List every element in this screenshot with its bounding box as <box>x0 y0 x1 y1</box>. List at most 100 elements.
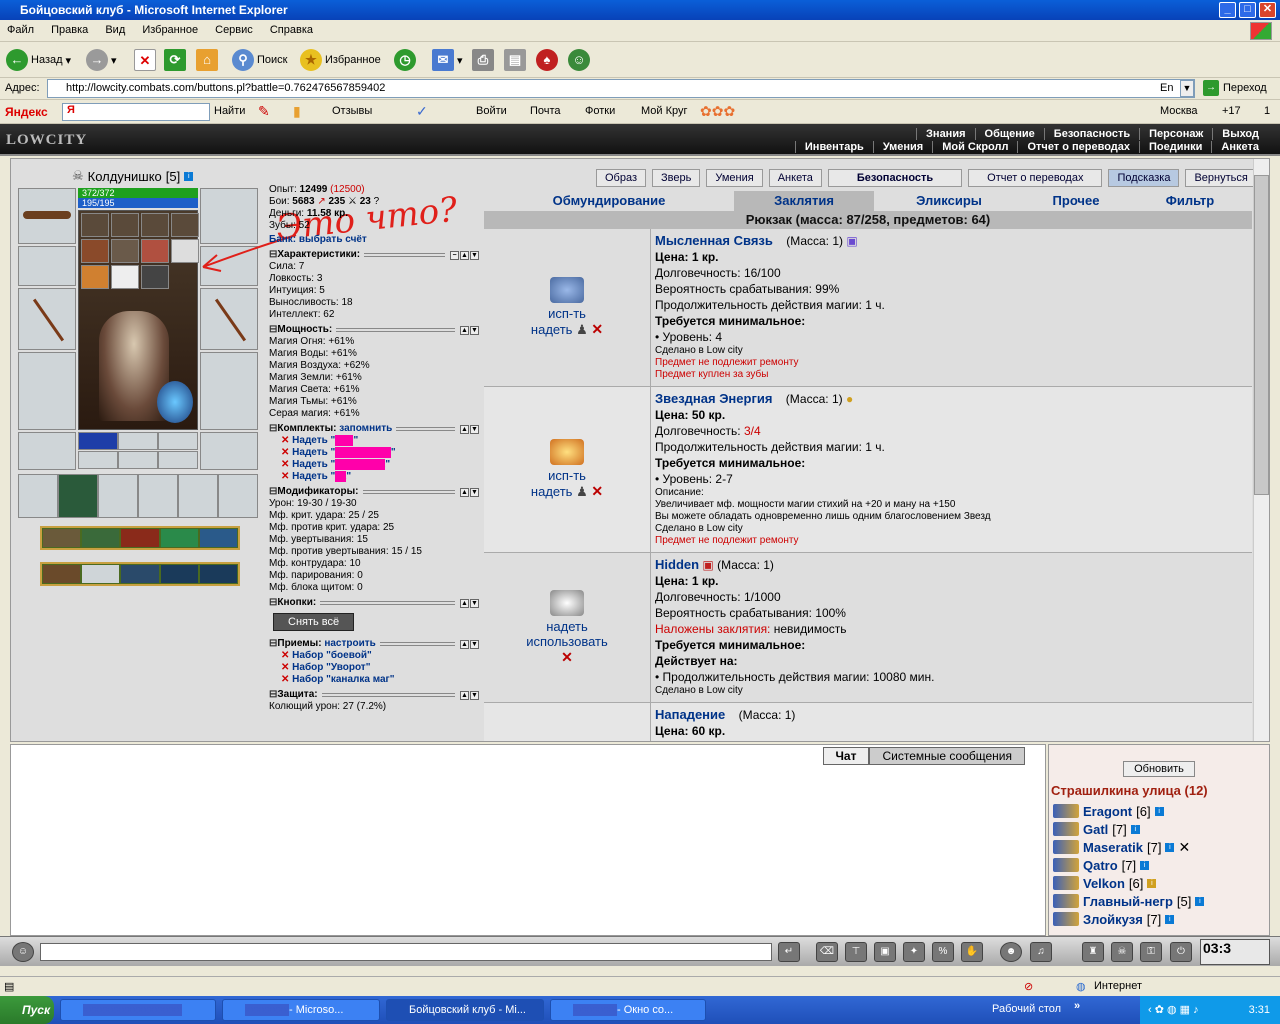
up-icon[interactable]: ▲ <box>460 598 469 608</box>
user-name[interactable]: Gatl <box>1083 822 1108 837</box>
hint-button[interactable]: Подсказка <box>1108 169 1180 187</box>
remove-all-button[interactable]: Снять всё <box>273 613 355 631</box>
remember-set-link[interactable]: запомнить <box>339 423 392 435</box>
trick-slot[interactable] <box>121 529 159 547</box>
quick-slot[interactable] <box>58 474 98 518</box>
user-name[interactable]: Злойкузя <box>1083 912 1143 927</box>
up-icon[interactable]: ▲ <box>460 250 469 260</box>
item-name[interactable]: Мысленная Связь <box>655 233 773 248</box>
tab-filter[interactable]: Фильтр <box>1128 191 1252 211</box>
security-button[interactable]: Безопасность <box>827 169 963 187</box>
skills-button[interactable]: Умения <box>706 169 763 187</box>
spell-slot[interactable] <box>111 265 139 289</box>
filter-icon[interactable]: ⊤ <box>845 942 867 962</box>
nav-security[interactable]: Безопасность <box>1043 128 1139 140</box>
quick-slot[interactable] <box>98 474 138 518</box>
set-item[interactable]: ✕ Надеть "xx" <box>269 471 479 483</box>
up-icon[interactable]: ▲ <box>460 424 469 434</box>
nav-profile[interactable]: Анкета <box>1211 141 1268 153</box>
lock-icon[interactable]: ⚿ <box>1140 942 1162 962</box>
trick-slot[interactable] <box>43 565 81 583</box>
yandex-search-input[interactable]: Я <box>62 103 210 121</box>
quick-slot[interactable] <box>218 474 258 518</box>
profile-button[interactable]: Анкета <box>768 169 822 187</box>
chat-head-icon[interactable]: ☺ <box>12 942 34 962</box>
online-user[interactable]: Главный-негр [5] i <box>1049 892 1269 910</box>
set-item[interactable]: ✕ Надеть "Маг" <box>269 435 479 447</box>
nav-character[interactable]: Персонаж <box>1139 128 1212 140</box>
send-icon[interactable]: ↵ <box>778 942 800 962</box>
use-link[interactable]: исп-ть <box>548 468 586 483</box>
ring-slot[interactable] <box>78 432 118 450</box>
quick-slot[interactable] <box>138 474 178 518</box>
task-window-3[interactable]: Бойцовский клуб - Mi... <box>386 999 544 1021</box>
trick-slot[interactable] <box>199 529 238 547</box>
tab-equipment[interactable]: Обмундирование <box>484 191 734 211</box>
up-icon[interactable]: ▲ <box>460 325 469 335</box>
user-name[interactable]: Velkon <box>1083 876 1125 891</box>
tab-spells[interactable]: Заклятия <box>734 191 874 211</box>
address-input[interactable]: http://lowcity.combats.com/buttons.pl?ba… <box>47 79 1195 98</box>
smiley-icon[interactable]: ☻ <box>1000 942 1022 962</box>
mask-icon[interactable]: ☠ <box>1111 942 1133 962</box>
info-icon[interactable]: i <box>1165 842 1175 852</box>
task-window-1[interactable]: xxxxxxxxxxxxxxxxxx <box>60 999 216 1021</box>
item-name[interactable]: Звездная Энергия <box>655 391 772 406</box>
trick-slot[interactable] <box>160 565 198 583</box>
slot-armor[interactable] <box>18 352 76 430</box>
nav-exit[interactable]: Выход <box>1212 128 1268 140</box>
tray-icons[interactable]: ‹ ✿ ◍ ▦ ♪ <box>1140 996 1199 1024</box>
spell-slot[interactable] <box>141 239 169 263</box>
mail-link[interactable]: Почта <box>530 105 561 117</box>
maximize-button[interactable]: □ <box>1239 2 1256 18</box>
nav-knowledge[interactable]: Знания <box>916 128 974 140</box>
down-icon[interactable]: ▼ <box>470 487 479 497</box>
menu-view[interactable]: Вид <box>98 20 132 40</box>
nav-transfer-report[interactable]: Отчет о переводах <box>1017 141 1139 153</box>
yandex-find-button[interactable]: Найти <box>214 105 245 117</box>
user-name[interactable]: Главный-негр <box>1083 894 1173 909</box>
nav-fights[interactable]: Поединки <box>1139 141 1211 153</box>
toolbar-expand-icon[interactable]: » <box>1074 1000 1080 1012</box>
return-button[interactable]: Вернуться <box>1185 169 1257 187</box>
spell-slot[interactable] <box>111 239 139 263</box>
my-circle-link[interactable]: Мой Круг <box>641 105 688 117</box>
tab-chat[interactable]: Чат <box>822 747 870 765</box>
delete-icon[interactable]: ✕ <box>591 483 603 499</box>
equip-link[interactable]: надеть <box>546 619 588 634</box>
quick-slot[interactable] <box>18 474 58 518</box>
menu-edit[interactable]: Правка <box>44 20 95 40</box>
spell-slot[interactable] <box>141 265 169 289</box>
user-name[interactable]: Qatro <box>1083 858 1118 873</box>
messenger-button[interactable]: ☺ <box>568 48 590 72</box>
trick-set[interactable]: ✕ Набор "каналка маг" <box>269 674 479 686</box>
spell-slot[interactable] <box>81 213 109 237</box>
online-user[interactable]: Eragont [6] i <box>1049 802 1269 820</box>
up-icon[interactable]: ▲ <box>460 690 469 700</box>
menu-favorites[interactable]: Избранное <box>135 20 205 40</box>
photos-link[interactable]: Фотки <box>585 105 615 117</box>
up-icon[interactable]: ▲ <box>460 639 469 649</box>
delete-icon[interactable]: ✕ <box>591 321 603 337</box>
nav-skills[interactable]: Умения <box>872 141 932 153</box>
back-button[interactable]: ← Назад ▾ <box>6 48 71 72</box>
menu-file[interactable]: Файл <box>0 20 41 40</box>
menu-tools[interactable]: Сервис <box>208 20 260 40</box>
spell-slot[interactable] <box>81 265 109 289</box>
edit-button[interactable]: ▤ <box>504 48 526 72</box>
trick-slot[interactable] <box>199 565 238 583</box>
down-icon[interactable]: ▼ <box>470 325 479 335</box>
trick-slot[interactable] <box>43 529 81 547</box>
online-user[interactable]: Velkon [6] i <box>1049 874 1269 892</box>
page-scrollbar[interactable] <box>1253 159 1269 741</box>
transfer-report-button[interactable]: Отчет о переводах <box>968 169 1103 187</box>
spell-slot[interactable] <box>111 213 139 237</box>
reviews-button[interactable]: Отзывы <box>332 105 372 117</box>
menu-help[interactable]: Справка <box>263 20 320 40</box>
info-icon[interactable]: i <box>184 171 194 181</box>
ring-slot[interactable] <box>118 432 158 450</box>
exit-icon[interactable]: ⏻ <box>1170 942 1192 962</box>
nav-communication[interactable]: Общение <box>974 128 1044 140</box>
down-icon[interactable]: ▼ <box>470 250 479 260</box>
desktop-label[interactable]: Рабочий стол <box>992 1003 1061 1015</box>
